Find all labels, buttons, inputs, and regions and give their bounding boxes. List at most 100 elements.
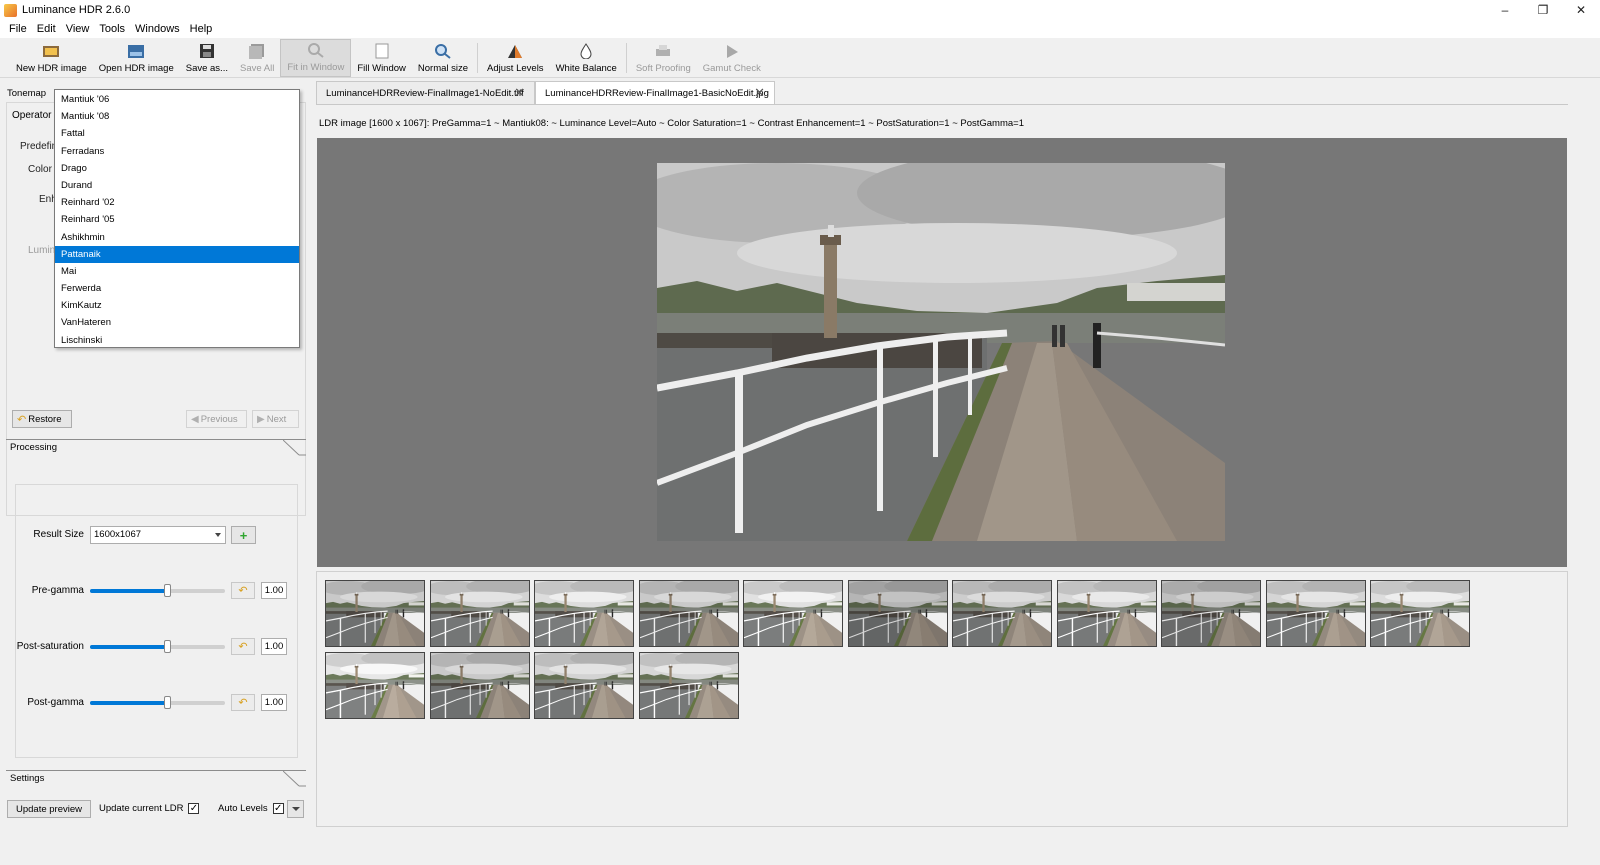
save-as-button[interactable]: Save as... <box>180 39 234 77</box>
pier-photo <box>657 163 1225 541</box>
slider-handle[interactable] <box>164 584 172 597</box>
window-title: Luminance HDR 2.6.0 <box>22 4 131 16</box>
tonemap-thumbnail[interactable] <box>1056 580 1157 647</box>
levels-icon <box>506 43 524 59</box>
tonemap-thumbnail[interactable] <box>1161 580 1261 647</box>
update-current-ldr-checkbox[interactable]: ✓ <box>188 803 200 814</box>
menu-file[interactable]: File <box>4 23 32 35</box>
operator-option[interactable]: Lischinski <box>55 332 299 349</box>
operator-option[interactable]: KimKautz <box>55 297 299 314</box>
menu-help[interactable]: Help <box>185 23 218 35</box>
operator-option[interactable]: Mai <box>55 263 299 280</box>
post-gamma-value[interactable]: 1.00 <box>261 694 287 711</box>
fit-in-window-button[interactable]: Fit in Window <box>280 39 352 77</box>
tonemap-thumbnail[interactable] <box>429 580 530 647</box>
operator-option[interactable]: Ferwerda <box>55 280 299 297</box>
gamut-check-button[interactable]: Gamut Check <box>697 39 767 77</box>
post-saturation-slider[interactable] <box>90 640 225 653</box>
tonemap-thumbnail[interactable] <box>1370 580 1470 647</box>
tonemap-thumbnail[interactable] <box>325 580 425 647</box>
white-balance-button[interactable]: White Balance <box>550 39 623 77</box>
operator-option[interactable]: Mantiuk '06 <box>55 91 299 108</box>
restore-button[interactable]: ❐ <box>1524 0 1562 20</box>
update-current-ldr-option[interactable]: Update current LDR ✓ <box>99 803 200 814</box>
tonemap-thumbnail[interactable] <box>1265 580 1366 647</box>
fill-window-label: Fill Window <box>357 63 406 74</box>
tab-baseline <box>316 104 1568 105</box>
slider-handle[interactable] <box>164 696 172 709</box>
image-info-text: LDR image [1600 x 1067]: PreGamma=1 ~ Ma… <box>319 118 1025 129</box>
tonemap-thumbnail[interactable] <box>847 580 948 647</box>
menu-edit[interactable]: Edit <box>32 23 61 35</box>
operator-dropdown-list[interactable]: Mantiuk '06 Mantiuk '08 Fattal Ferradans… <box>54 89 300 348</box>
auto-levels-option[interactable]: Auto Levels ✓ <box>218 803 284 814</box>
slider-fill <box>90 645 169 649</box>
post-gamma-slider[interactable] <box>90 696 225 709</box>
auto-levels-checkbox[interactable]: ✓ <box>272 803 284 814</box>
pre-gamma-value[interactable]: 1.00 <box>261 582 287 599</box>
save-icon <box>198 43 216 59</box>
tab-noedit-tiff[interactable]: LuminanceHDRReview-FinalImage1-NoEdit.ti… <box>316 81 535 104</box>
operator-option[interactable]: Ferradans <box>55 143 299 160</box>
post-gamma-reset-button[interactable]: ↶ <box>231 694 255 711</box>
tonemap-thumbnail[interactable] <box>534 652 634 719</box>
tonemap-thumbnail[interactable] <box>638 652 739 719</box>
restore-button[interactable]: ↶ Restore <box>12 410 72 428</box>
tonemap-thumbnail[interactable] <box>534 580 634 647</box>
operator-option[interactable]: Drago <box>55 160 299 177</box>
soft-proofing-button[interactable]: Soft Proofing <box>630 39 697 77</box>
header-line <box>6 439 284 440</box>
thumbnail-panel <box>316 571 1568 827</box>
undo-icon: ↶ <box>238 585 248 597</box>
close-button[interactable]: ✕ <box>1562 0 1600 20</box>
open-hdr-button[interactable]: Open HDR image <box>93 39 180 77</box>
tonemap-thumbnail[interactable] <box>429 652 530 719</box>
update-preview-button[interactable]: Update preview <box>7 800 91 818</box>
gamut-check-label: Gamut Check <box>702 63 761 74</box>
new-hdr-button[interactable]: New HDR image <box>10 39 93 77</box>
save-all-button[interactable]: Save All <box>234 39 280 77</box>
tonemap-thumbnail[interactable] <box>743 580 843 647</box>
pre-gamma-reset-button[interactable]: ↶ <box>231 582 255 599</box>
operator-option[interactable]: Fattal <box>55 125 299 142</box>
processing-header[interactable]: Processing <box>6 439 306 457</box>
add-size-button[interactable]: + <box>231 526 256 544</box>
operator-option[interactable]: Mantiuk '08 <box>55 108 299 125</box>
post-saturation-reset-button[interactable]: ↶ <box>231 638 255 655</box>
adjust-levels-button[interactable]: Adjust Levels <box>481 39 550 77</box>
result-size-select[interactable]: 1600x1067 <box>90 526 226 544</box>
menu-view[interactable]: View <box>61 23 95 35</box>
normal-size-button[interactable]: Normal size <box>412 39 474 77</box>
settings-header[interactable]: Settings <box>6 770 306 788</box>
slider-handle[interactable] <box>164 640 172 653</box>
operator-option[interactable]: Reinhard '05 <box>55 211 299 228</box>
fill-window-button[interactable]: Fill Window <box>351 39 412 77</box>
operator-option[interactable]: Durand <box>55 177 299 194</box>
operator-label: Operator <box>12 110 52 121</box>
plus-icon: + <box>239 527 248 543</box>
close-icon[interactable]: ✕ <box>754 85 765 101</box>
toolbar: New HDR image Open HDR image Save as... … <box>0 38 1600 78</box>
auto-levels-menu-button[interactable] <box>287 800 304 818</box>
operator-option[interactable]: Reinhard '02 <box>55 194 299 211</box>
tab-label: LuminanceHDRReview-FinalImage1-NoEdit.ti… <box>326 87 524 99</box>
tonemap-thumbnail[interactable] <box>952 580 1052 647</box>
tonemap-thumbnail[interactable] <box>638 580 739 647</box>
post-saturation-label: Post-saturation <box>16 641 84 652</box>
menu-tools[interactable]: Tools <box>94 23 130 35</box>
menu-windows[interactable]: Windows <box>130 23 185 35</box>
post-saturation-value[interactable]: 1.00 <box>261 638 287 655</box>
operator-option-selected[interactable]: Pattanaik <box>55 245 299 263</box>
pre-gamma-slider[interactable] <box>90 584 225 597</box>
minimize-button[interactable]: – <box>1486 0 1524 20</box>
close-icon[interactable]: ✕ <box>514 85 525 101</box>
image-viewer[interactable] <box>317 138 1567 567</box>
tab-basicnoedit-jpg[interactable]: LuminanceHDRReview-FinalImage1-BasicNoEd… <box>535 81 775 105</box>
operator-option[interactable]: VanHateren <box>55 314 299 331</box>
predefined-label: Predefin <box>20 141 58 152</box>
operator-option[interactable]: Ashikhmin <box>55 229 299 246</box>
tab-tonemap[interactable]: Tonemap <box>7 88 46 99</box>
previous-button[interactable]: ◀ Previous <box>186 410 247 428</box>
tonemap-thumbnail[interactable] <box>325 652 425 719</box>
next-button[interactable]: ▶ Next <box>252 410 299 428</box>
